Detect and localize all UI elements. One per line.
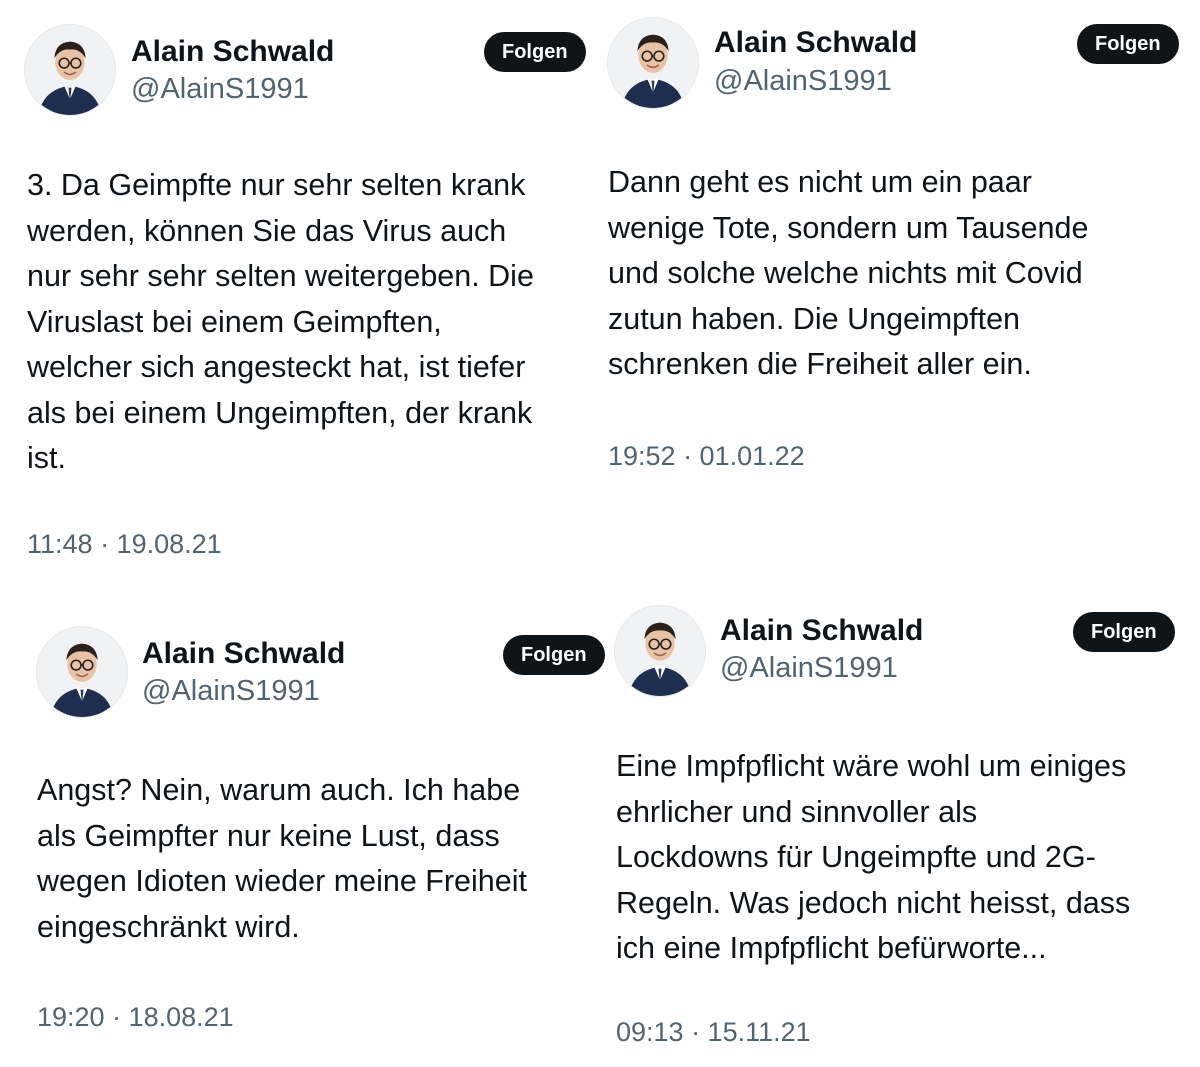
tweet-text-line: als Geimpfter nur keine Lust, dass — [37, 818, 500, 853]
tweet-text-line: welcher sich angesteckt hat, ist tiefer — [27, 350, 526, 384]
tweet-text-line: Viruslast bei einem Geimpften, — [27, 304, 442, 339]
avatar[interactable] — [24, 24, 116, 116]
tweet-text-line: nur sehr sehr selten weitergeben. Die — [27, 259, 534, 293]
tweet-text-line: ich eine Impfpflicht befürworte... — [616, 931, 1047, 965]
profile-photo-icon — [615, 606, 705, 696]
tweet-text-line: zutun haben. Die Ungeimpften — [608, 301, 1021, 336]
tweet-text-line: als bei einem Ungeimpften, der krank — [27, 395, 533, 430]
tweet-text-line: schrenken die Freiheit aller ein. — [608, 347, 1032, 381]
tweet-text-line: und solche welche nichts mit Covid — [608, 256, 1083, 290]
tweet-timestamp[interactable]: 09:13 · 15.11.21 — [616, 1016, 811, 1048]
tweet-text-line: Dann geht es nicht um ein paar — [608, 165, 1032, 199]
tweet-text-line: Angst? Nein, warum auch. Ich habe — [37, 773, 521, 807]
author-name[interactable]: Alain Schwald — [131, 34, 334, 70]
tweet-text-line: wegen Idioten wieder meine Freiheit — [37, 864, 527, 898]
tweet-text: Angst? Nein, warum auch. Ich habe als Ge… — [37, 768, 527, 950]
profile-photo-icon — [37, 627, 127, 717]
follow-button[interactable]: Folgen — [1073, 612, 1175, 652]
tweet-text-line: Regeln. Was jedoch nicht heisst, dass — [616, 885, 1131, 920]
follow-button[interactable]: Folgen — [1077, 24, 1179, 64]
follow-button[interactable]: Folgen — [484, 32, 586, 72]
author-name[interactable]: Alain Schwald — [714, 25, 917, 61]
tweet-text: Eine Impfpflicht wäre wohl um einiges eh… — [616, 744, 1130, 972]
author-handle[interactable]: @AlainS1991 — [131, 72, 309, 106]
author-handle[interactable]: @AlainS1991 — [142, 674, 320, 708]
avatar[interactable] — [607, 17, 699, 109]
profile-photo-icon — [25, 25, 115, 115]
tweet-text-line: Eine Impfpflicht wäre wohl um einiges — [616, 749, 1127, 783]
tweet-text-line: ehrlicher und sinnvoller als — [616, 794, 978, 829]
follow-button[interactable]: Folgen — [503, 635, 605, 675]
avatar[interactable] — [36, 626, 128, 718]
tweet-timestamp[interactable]: 19:20 · 18.08.21 — [37, 1001, 234, 1033]
tweet-text-line: 3. Da Geimpfte nur sehr selten krank — [27, 168, 526, 202]
tweet-text: Dann geht es nicht um ein paar wenige To… — [608, 160, 1088, 388]
tweet-text-line: eingeschränkt wird. — [37, 909, 300, 944]
author-handle[interactable]: @AlainS1991 — [714, 64, 892, 98]
tweet-text-line: ist. — [27, 441, 66, 475]
tweet-text: 3. Da Geimpfte nur sehr selten krank wer… — [27, 163, 534, 482]
tweet-timestamp[interactable]: 11:48 · 19.08.21 — [27, 528, 222, 560]
tweet-text-line: Lockdowns für Ungeimpfte und 2G- — [616, 840, 1096, 874]
author-handle[interactable]: @AlainS1991 — [720, 651, 898, 685]
tweet-text-line: werden, können Sie das Virus auch — [27, 213, 507, 248]
profile-photo-icon — [608, 18, 698, 108]
tweet-timestamp[interactable]: 19:52 · 01.01.22 — [608, 440, 805, 472]
author-name[interactable]: Alain Schwald — [720, 613, 923, 649]
avatar[interactable] — [614, 605, 706, 697]
tweet-text-line: wenige Tote, sondern um Tausende — [608, 210, 1089, 245]
author-name[interactable]: Alain Schwald — [142, 636, 345, 672]
